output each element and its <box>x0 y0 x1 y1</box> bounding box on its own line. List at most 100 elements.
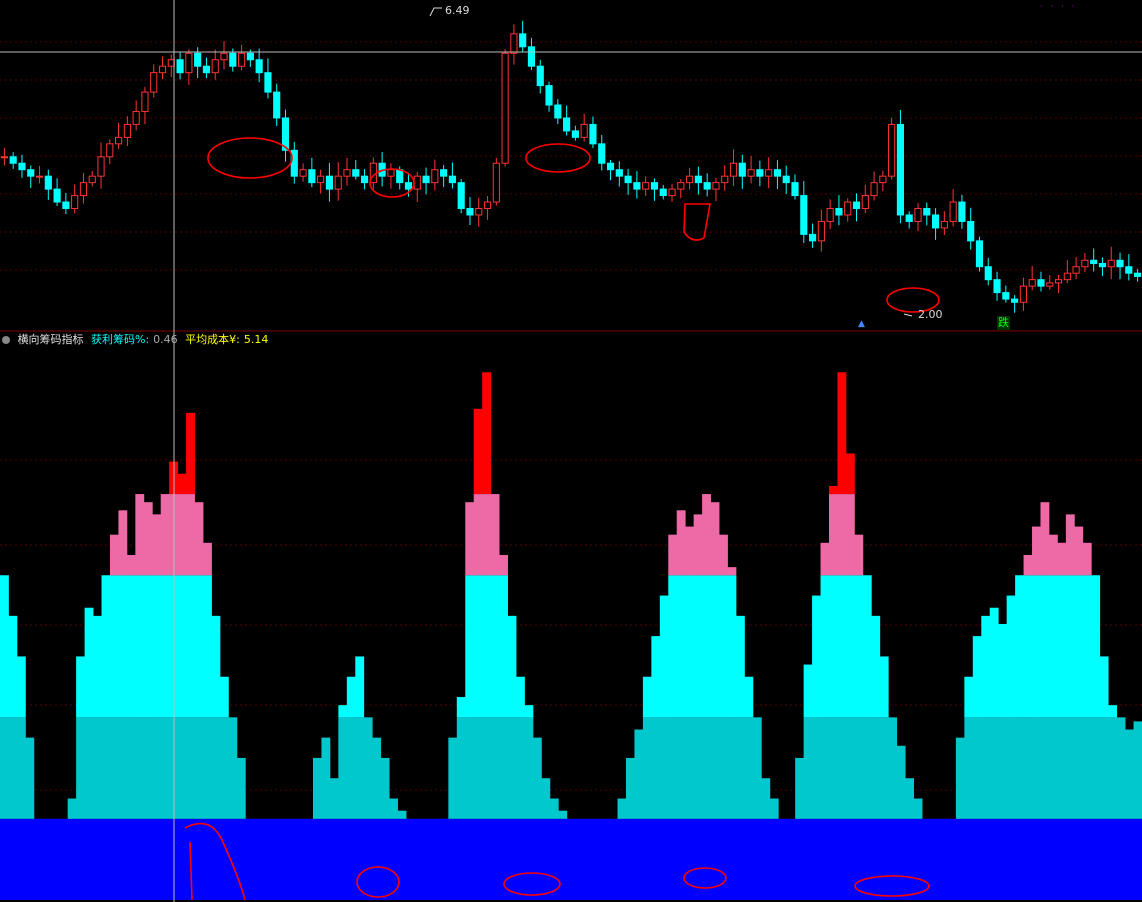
candle-body <box>62 201 70 210</box>
profile-bar-segment <box>389 798 398 819</box>
candle-body <box>975 240 984 268</box>
profile-bar-segment <box>228 717 238 819</box>
profile-bar-segment <box>312 757 322 819</box>
profile-bar-segment <box>126 554 136 576</box>
candle-body <box>238 52 246 67</box>
profile-bar-segment <box>972 636 982 718</box>
candle-body <box>1134 272 1142 277</box>
profile-bar-segment <box>499 575 508 718</box>
profile-bar-segment <box>33 818 43 900</box>
profile-bar-segment <box>422 867 432 900</box>
profile-bar-segment <box>532 737 542 819</box>
profile-bar-segment <box>262 859 272 900</box>
profile-bar-segment <box>1057 575 1067 718</box>
profit-value: 0.46 <box>153 333 178 346</box>
candle-body <box>431 169 439 184</box>
profile-bar-segment <box>972 717 982 819</box>
profit-label: 获利筹码%: <box>91 333 150 346</box>
profile-bar-segment <box>499 717 508 819</box>
candle-body <box>132 110 140 125</box>
profile-bar-segment <box>727 575 737 718</box>
profile-bar-segment <box>473 717 483 819</box>
profile-bar-segment <box>355 656 365 718</box>
profile-bar-segment <box>84 607 94 718</box>
candle-body <box>800 195 808 235</box>
profile-bar-segment <box>186 717 195 819</box>
indicator-name[interactable]: 横向筹码指标 <box>18 333 84 346</box>
candle-body <box>782 175 790 184</box>
profile-bar-segment <box>372 818 382 900</box>
candle-body <box>194 52 202 67</box>
candle-body <box>448 175 456 184</box>
profile-bar-segment <box>397 818 407 900</box>
profile-bar-segment <box>516 717 525 819</box>
profile-bar-segment <box>16 656 26 718</box>
profile-bar-segment <box>490 818 500 900</box>
candle-body <box>413 175 421 190</box>
profile-bar-segment <box>829 818 838 900</box>
profile-bar-segment <box>668 717 678 819</box>
candle-body <box>317 175 325 184</box>
profile-bar-segment <box>465 717 475 819</box>
profile-bar-segment <box>1082 575 1092 718</box>
profile-bar-segment <box>829 485 838 495</box>
profile-bar-segment <box>338 717 348 819</box>
profile-bar-segment <box>837 717 847 819</box>
candle-body <box>809 233 817 242</box>
profile-bar-segment <box>1091 575 1101 718</box>
profile-bar-segment <box>0 818 9 900</box>
profile-bar-segment <box>820 575 830 718</box>
candle-body <box>835 208 843 216</box>
profile-bar-segment <box>896 818 906 900</box>
profile-bar-segment <box>845 494 855 576</box>
profile-bar-segment <box>211 717 221 819</box>
profile-bar-segment <box>651 636 661 718</box>
profile-bar-segment <box>625 757 635 819</box>
profile-bar-segment <box>854 717 864 819</box>
profile-bar-segment <box>363 717 373 819</box>
profile-bar-segment <box>693 514 703 576</box>
profile-bar-segment <box>862 717 872 819</box>
profile-bar-segment <box>1015 575 1024 718</box>
profile-bar-segment <box>634 818 644 900</box>
profile-bar-segment <box>1065 575 1075 718</box>
profile-bar-segment <box>812 717 821 819</box>
profile-bar-segment <box>1082 542 1092 576</box>
profile-bar-segment <box>702 717 711 819</box>
profile-bar-segment <box>642 717 652 819</box>
profile-bar-segment <box>203 818 212 900</box>
profile-bar-segment <box>363 818 373 900</box>
candle-body <box>580 123 588 138</box>
profile-bar-segment <box>304 839 314 900</box>
candle-body <box>993 279 1001 294</box>
avg-cost-value: 5.14 <box>243 333 269 346</box>
profile-bar-segment <box>1023 575 1033 718</box>
profile-bar-segment <box>270 867 280 900</box>
profile-bar-segment <box>854 575 864 718</box>
profile-bar-segment <box>617 798 627 819</box>
profile-bar-segment <box>668 818 678 900</box>
profile-bar-segment <box>769 798 779 819</box>
candle-body <box>527 46 536 67</box>
indicator-toggle-icon[interactable] <box>2 336 10 344</box>
profile-bar-segment <box>1108 705 1118 718</box>
profile-bar-segment <box>1048 534 1058 576</box>
profile-bar-segment <box>93 717 102 819</box>
candle-body <box>650 182 659 190</box>
candle-body <box>440 169 448 177</box>
profile-bar-segment <box>1032 575 1041 718</box>
candle-body <box>826 208 834 222</box>
profile-bar-segment <box>456 818 466 900</box>
profile-bar-segment <box>93 615 102 718</box>
candle-body <box>519 33 527 48</box>
candle-body <box>106 143 114 158</box>
profile-bar-segment <box>219 717 229 819</box>
profile-bar-segment <box>499 554 508 576</box>
profile-bar-segment <box>651 717 661 819</box>
profile-bar-segment <box>482 575 492 718</box>
profile-bar-segment <box>490 717 500 819</box>
profile-bar-segment <box>507 615 517 718</box>
profile-bar-segment <box>219 818 229 900</box>
profile-bar-segment <box>981 615 991 718</box>
profile-bar-segment <box>194 502 204 576</box>
